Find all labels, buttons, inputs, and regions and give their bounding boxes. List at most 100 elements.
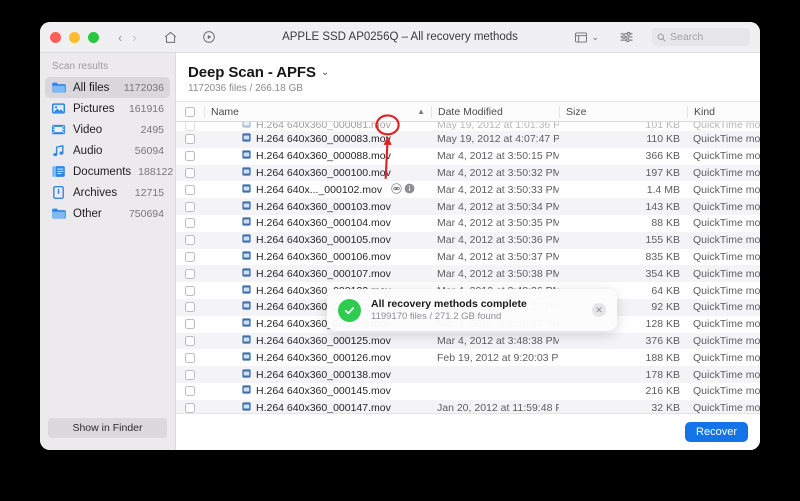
sidebar-item-video[interactable]: Video 2495 [45, 119, 170, 140]
file-name-cell[interactable]: H.264 640x360_000103.mov [204, 201, 431, 213]
minimize-window-button[interactable] [69, 31, 80, 43]
row-checkbox[interactable] [185, 268, 195, 279]
sidebar-item-count: 161916 [128, 102, 164, 115]
movie-file-icon [242, 217, 251, 226]
row-checkbox-cell[interactable] [176, 122, 204, 131]
row-checkbox[interactable] [185, 302, 195, 313]
row-checkbox[interactable] [185, 151, 195, 162]
table-row[interactable]: H.264 640x360_000100.mov Mar 4, 2012 at 3… [176, 164, 760, 182]
table-row-list[interactable]: H.264 640x360_000081.mov May 19, 2012 at … [176, 122, 760, 413]
column-header-kind[interactable]: Kind [687, 105, 760, 118]
movie-file-icon [242, 268, 251, 277]
file-name-cell[interactable]: H.264 640x360_000083.mov [204, 133, 431, 145]
sidebar-item-archives[interactable]: Archives 12715 [45, 182, 170, 203]
home-icon[interactable] [163, 30, 178, 45]
file-name-cell[interactable]: H.264 640x360_000138.mov [204, 369, 431, 381]
row-checkbox-cell[interactable] [176, 268, 204, 279]
chevron-down-icon[interactable]: ⌄ [321, 67, 329, 78]
row-checkbox-cell[interactable] [176, 151, 204, 162]
row-checkbox[interactable] [185, 218, 195, 229]
row-checkbox-cell[interactable] [176, 201, 204, 212]
row-checkbox[interactable] [185, 319, 195, 330]
row-checkbox[interactable] [185, 285, 195, 296]
close-window-button[interactable] [50, 31, 61, 43]
search-input[interactable]: Search [652, 28, 750, 46]
table-row[interactable]: H.264 640x360_000106.mov Mar 4, 2012 at 3… [176, 249, 760, 266]
back-chevron-icon[interactable]: ‹ [118, 31, 122, 44]
file-name-cell[interactable]: H.264 640x360_000107.mov [204, 268, 431, 280]
table-row[interactable]: H.264 640x360_000126.mov Feb 19, 2012 at … [176, 349, 760, 366]
file-name-cell[interactable]: H.264 640x360_000145.mov [204, 385, 431, 397]
file-name-cell[interactable]: H.264 640x360_000105.mov [204, 234, 431, 246]
table-row[interactable]: H.264 640x360_000105.mov Mar 4, 2012 at 3… [176, 231, 760, 249]
row-checkbox[interactable] [185, 235, 195, 246]
file-name-cell[interactable]: H.264 640x360_000081.mov [204, 122, 431, 131]
row-checkbox[interactable] [185, 122, 195, 131]
table-row[interactable]: H.264 640x360_000104.mov Mar 4, 2012 at 3… [176, 215, 760, 232]
file-name-cell[interactable]: H.264 640x360_000106.mov [204, 251, 431, 263]
table-row[interactable]: H.264 640x360_000081.mov May 19, 2012 at … [176, 122, 760, 131]
row-checkbox[interactable] [185, 403, 195, 413]
sidebar-item-other[interactable]: Other 750694 [45, 203, 170, 224]
row-checkbox-cell[interactable] [176, 218, 204, 229]
row-checkbox-cell[interactable] [176, 251, 204, 262]
row-checkbox-cell[interactable] [176, 235, 204, 246]
row-checkbox[interactable] [185, 352, 195, 363]
recover-button[interactable]: Recover [685, 422, 748, 442]
table-row[interactable]: H.264 640x360_000083.mov May 19, 2012 at … [176, 131, 760, 148]
table-row[interactable]: H.264 640x360_000125.mov Mar 4, 2012 at 3… [176, 332, 760, 350]
select-all-checkbox[interactable] [185, 106, 195, 117]
table-row[interactable]: H.264 640x..._000102.mov Mar 4, 2012 at 3… [176, 181, 760, 198]
row-checkbox[interactable] [185, 201, 195, 212]
sidebar-item-documents[interactable]: Documents 188122 [45, 161, 173, 182]
row-checkbox-cell[interactable] [176, 335, 204, 346]
row-checkbox[interactable] [185, 184, 195, 195]
scan-title-row[interactable]: Deep Scan - APFS ⌄ [188, 64, 760, 81]
sidebar-item-all-files[interactable]: All files 1172036 [45, 77, 170, 98]
column-header-date-modified[interactable]: Date Modified [431, 105, 559, 118]
row-checkbox[interactable] [185, 386, 195, 397]
table-row[interactable]: H.264 640x360_000103.mov Mar 4, 2012 at 3… [176, 198, 760, 215]
row-checkbox-cell[interactable] [176, 302, 204, 313]
row-checkbox-cell[interactable] [176, 134, 204, 145]
row-checkbox-cell[interactable] [176, 369, 204, 380]
row-checkbox-cell[interactable] [176, 352, 204, 363]
table-row[interactable]: H.264 640x360_000107.mov Mar 4, 2012 at 3… [176, 265, 760, 283]
table-row[interactable]: H.264 640x360_000138.mov 178 KB QuickTime … [176, 366, 760, 383]
file-info-button[interactable] [404, 183, 415, 197]
table-row[interactable]: H.264 640x360_000147.mov Jan 20, 2012 at … [176, 399, 760, 413]
row-checkbox[interactable] [185, 369, 195, 380]
filter-sliders-icon[interactable] [619, 30, 634, 44]
row-checkbox-cell[interactable] [176, 403, 204, 413]
table-row[interactable]: H.264 640x360_000088.mov Mar 4, 2012 at 3… [176, 148, 760, 165]
row-checkbox-cell[interactable] [176, 167, 204, 178]
row-checkbox-cell[interactable] [176, 184, 204, 195]
file-name-cell[interactable]: H.264 640x360_000147.mov [204, 402, 431, 413]
row-checkbox[interactable] [185, 251, 195, 262]
file-name-cell[interactable]: H.264 640x360_000100.mov [204, 167, 431, 179]
column-header-name[interactable]: Name ▲ [204, 105, 431, 118]
file-name-cell[interactable]: H.264 640x..._000102.mov [204, 183, 431, 197]
sidebar-item-audio[interactable]: Audio 56094 [45, 140, 170, 161]
file-name-cell[interactable]: H.264 640x360_000125.mov [204, 335, 431, 347]
file-name-cell[interactable]: H.264 640x360_000088.mov [204, 150, 431, 162]
show-in-finder-button[interactable]: Show in Finder [48, 418, 167, 438]
toast-close-icon[interactable]: ✕ [592, 303, 606, 317]
row-checkbox-cell[interactable] [176, 285, 204, 296]
table-row[interactable]: H.264 640x360_000145.mov 216 KB QuickTime … [176, 383, 760, 400]
file-name-cell[interactable]: H.264 640x360_000126.mov [204, 352, 431, 364]
file-name-cell[interactable]: H.264 640x360_000104.mov [204, 217, 431, 229]
row-checkbox[interactable] [185, 134, 195, 145]
row-checkbox-cell[interactable] [176, 386, 204, 397]
maximize-window-button[interactable] [88, 31, 99, 43]
forward-chevron-icon[interactable]: › [132, 31, 136, 44]
sidebar-item-pictures[interactable]: Pictures 161916 [45, 98, 170, 119]
row-checkbox-cell[interactable] [176, 319, 204, 330]
view-toggle-button[interactable]: ⌄ [574, 31, 599, 44]
preview-eye-button[interactable] [391, 183, 402, 197]
scan-play-icon[interactable] [202, 30, 216, 44]
column-header-size[interactable]: Size [559, 105, 687, 118]
row-checkbox[interactable] [185, 167, 195, 178]
select-all-checkbox-cell[interactable] [176, 106, 204, 117]
row-checkbox[interactable] [185, 335, 195, 346]
